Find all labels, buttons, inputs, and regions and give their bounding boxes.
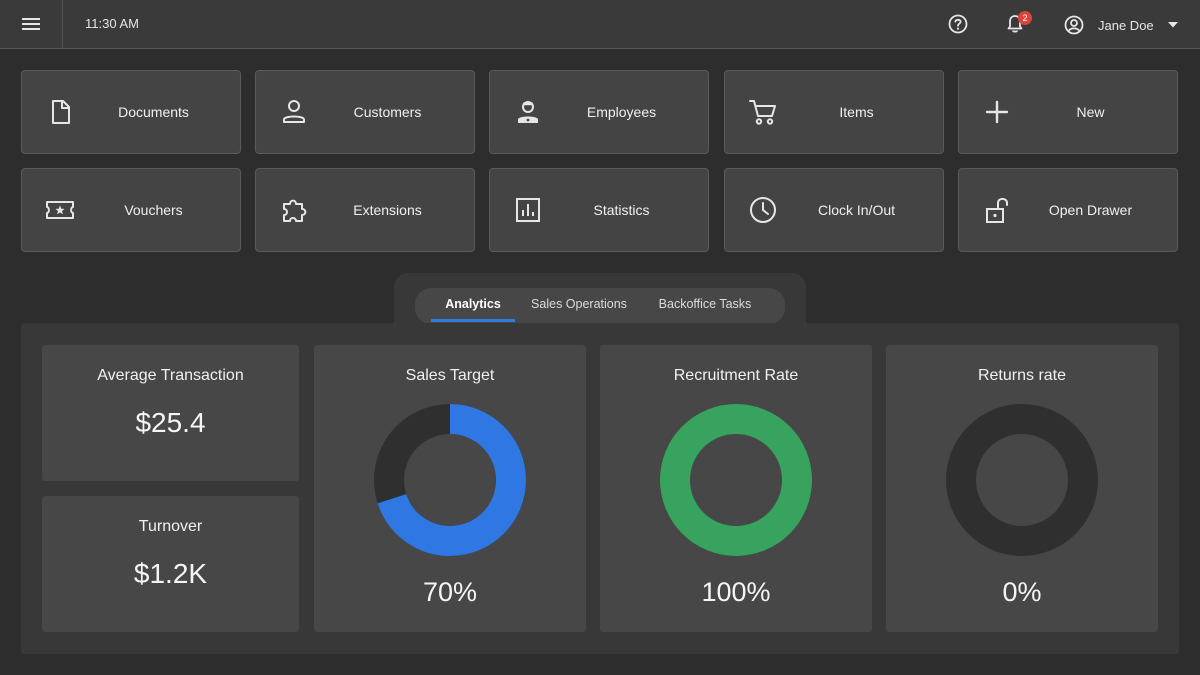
caret-down-icon [1167, 22, 1178, 28]
clock-in-out-tile[interactable]: Clock In/Out [724, 168, 944, 252]
employee-icon [518, 101, 538, 123]
tile-label: Customers [353, 104, 422, 120]
recruitment-rate-percent: 100% [701, 577, 771, 607]
average-transaction-value: $25.4 [135, 407, 206, 438]
card-title: Average Transaction [97, 367, 244, 384]
turnover-card: Turnover $1.2K [42, 496, 299, 632]
statistics-tile[interactable]: Statistics [489, 168, 709, 252]
help-button[interactable] [946, 12, 970, 36]
tab-analytics[interactable]: Analytics [431, 288, 515, 322]
plus-icon [985, 100, 1009, 124]
card-title: Returns rate [977, 367, 1067, 384]
recruitment-rate-card: Recruitment Rate 100% [600, 345, 872, 632]
tile-label: Clock In/Out [817, 202, 896, 218]
card-title: Recruitment Rate [673, 367, 799, 384]
vouchers-tile[interactable]: Vouchers [21, 168, 241, 252]
returns-rate-donut [946, 404, 1098, 556]
open-drawer-tile[interactable]: Open Drawer [958, 168, 1178, 252]
documents-tile[interactable]: Documents [21, 70, 241, 154]
tile-label: New [1076, 104, 1105, 120]
tile-label: Items [839, 104, 874, 120]
recruitment-rate-donut [660, 404, 812, 556]
card-title: Turnover [138, 518, 203, 535]
bar-chart-icon [516, 198, 540, 222]
top-bar: 11:30 AM 2 Jane Doe [0, 0, 1200, 49]
sales-target-donut [374, 404, 526, 556]
user-menu-button[interactable]: Jane Doe [1062, 12, 1178, 38]
customers-tile[interactable]: Customers [255, 70, 475, 154]
account-circle-icon [1064, 15, 1084, 35]
returns-rate-percent: 0% [1002, 577, 1042, 607]
tab-backoffice-tasks[interactable]: Backoffice Tasks [646, 288, 764, 322]
voucher-icon [46, 201, 74, 219]
card-title: Sales Target [405, 367, 495, 384]
returns-rate-card: Returns rate 0% [886, 345, 1158, 632]
tile-label: Statistics [593, 202, 650, 218]
tile-label: Employees [586, 104, 657, 120]
items-tile[interactable]: Items [724, 70, 944, 154]
clock-time: 11:30 AM [85, 16, 139, 31]
notification-badge: 2 [1018, 11, 1032, 25]
help-icon [948, 14, 968, 34]
tile-label: Vouchers [124, 202, 183, 218]
clock-icon [750, 197, 776, 223]
new-tile[interactable]: New [958, 70, 1178, 154]
puzzle-icon [283, 199, 307, 222]
tile-label: Extensions [353, 202, 422, 218]
tab-sales-operations[interactable]: Sales Operations [522, 288, 636, 322]
sales-target-percent: 70% [422, 577, 478, 607]
cart-icon [749, 100, 776, 125]
tile-label: Documents [118, 104, 189, 120]
person-icon [283, 100, 305, 123]
employees-tile[interactable]: Employees [489, 70, 709, 154]
user-name: Jane Doe [1098, 17, 1154, 33]
hamburger-menu-icon [22, 18, 40, 30]
tile-label: Open Drawer [1048, 202, 1133, 218]
average-transaction-card: Average Transaction $25.4 [42, 345, 299, 481]
extensions-tile[interactable]: Extensions [255, 168, 475, 252]
unlock-icon [986, 197, 1008, 223]
turnover-value: $1.2K [133, 558, 208, 589]
menu-button[interactable] [0, 0, 63, 48]
donut-track [946, 404, 1098, 556]
document-icon [52, 100, 70, 124]
sales-target-card: Sales Target 70% [314, 345, 586, 632]
donut-value-arc [660, 404, 812, 556]
